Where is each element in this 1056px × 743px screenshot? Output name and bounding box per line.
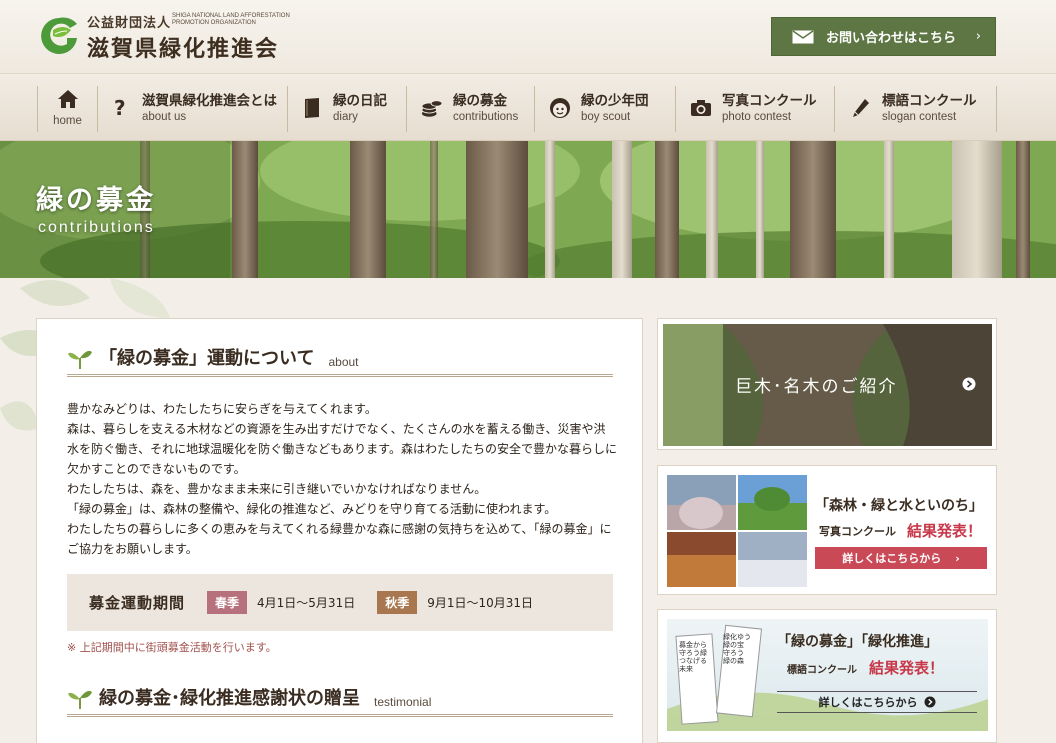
nav-contributions-jp: 緑の募金 (453, 92, 507, 109)
arrow-circle-icon (924, 696, 935, 708)
nav-about[interactable]: ? 滋賀県緑化推進会とは about us (110, 74, 286, 142)
nav-divider (675, 86, 676, 132)
arrow-circle-icon (962, 377, 976, 391)
chevron-right-icon: › (955, 551, 960, 565)
org-name[interactable]: 滋賀県緑化推進会 (87, 31, 279, 63)
spring-range: 4月1日～5月31日 (257, 596, 356, 610)
nav-boy-scout-en: boy scout (581, 110, 631, 123)
logo-icon[interactable] (37, 16, 81, 56)
slogan-banner-result: 結果発表！ (869, 659, 945, 677)
nav-diary-jp: 緑の日記 (333, 92, 387, 109)
about-paragraph: わたしたちの暮らしに多くの恵みを与えてくれる緑豊かな森に感謝の気持ちを込めて、「… (67, 522, 612, 556)
period-note: ※ 上記期間中に街頭募金活動を行います。 (67, 641, 277, 654)
photo-banner-title: 「森林・緑と水といのち」 (815, 498, 983, 514)
slogan-contest-card[interactable]: 募金から守ろう緑 つなげる未来 緑化ゆう緑の宝 守ろう 緑の森 「緑の募金」「緑… (657, 609, 997, 743)
autumn-badge: 秋季 (377, 591, 418, 614)
face-icon (549, 97, 571, 119)
about-title: 「緑の募金」運動について (99, 348, 315, 369)
nav-slogan-contest[interactable]: 標語コンクール slogan contest (850, 74, 995, 142)
photo-collage-image (667, 475, 807, 587)
photo-banner-button-label: 詳しくはこちらから (842, 552, 942, 565)
svg-text:?: ? (114, 97, 126, 119)
nav-slogan-contest-en: slogan contest (882, 110, 957, 123)
nav-divider (287, 86, 288, 132)
about-paragraph: わたしたちは、森を、豊かなまま未来に引き継いでいかなければなりません。 (67, 482, 487, 496)
slogan-banner-title: 「緑の募金」「緑化推進」 (777, 634, 938, 650)
question-icon: ? (110, 97, 132, 119)
trees-banner[interactable]: 巨木･名木のご紹介 (663, 324, 992, 446)
contact-label: お問い合わせはこちら (826, 31, 957, 46)
nav-photo-contest-jp: 写真コンクール (722, 92, 817, 109)
nav-divider (406, 86, 407, 132)
hero-subtitle: contributions (38, 219, 155, 236)
slogan-banner-button[interactable]: 詳しくはこちらから (777, 691, 977, 713)
about-paragraph: 「緑の募金」は、森林の整備や、緑化の推進など、みどりを守り育てる活動に使われます… (67, 502, 557, 516)
home-icon (57, 88, 79, 110)
site-header: 公益財団法人 SHIGA NATIONAL LAND AFFORESTATION… (0, 0, 1056, 73)
org-type: 公益財団法人 (87, 16, 172, 31)
trees-banner-label: 巨木･名木のご紹介 (735, 377, 898, 397)
forest-image (0, 141, 1056, 278)
nav-divider (534, 86, 535, 132)
slogan-banner-button-label: 詳しくはこちらから (818, 696, 918, 709)
nav-divider (834, 86, 835, 132)
photo-banner-sub: 写真コンクール (819, 525, 896, 538)
trees-banner-card[interactable]: 巨木･名木のご紹介 (657, 318, 997, 450)
nav-photo-contest[interactable]: 写真コンクール photo contest (690, 74, 832, 142)
contact-button[interactable]: お問い合わせはこちら › (771, 17, 996, 56)
coins-icon (421, 97, 443, 119)
photo-banner-result: 結果発表！ (907, 522, 983, 540)
chevron-right-icon: › (975, 29, 981, 44)
slogan-card-1: 募金から守ろう緑 つなげる未来 (679, 641, 707, 673)
spring-badge: 春季 (207, 591, 248, 614)
nav-home-label: home (53, 114, 82, 127)
testimonial-heading: 緑の募金･緑化推進感謝状の贈呈 testimonial (67, 687, 613, 717)
about-paragraph: 森は、暮らしを支える木材などの資源を生み出すだけでなく、たくさんの水を蓄える働き… (67, 422, 617, 476)
nav-divider (996, 86, 997, 132)
main-content: 「緑の募金」運動について about 豊かなみどりは、わたしたちに安らぎを与えて… (36, 318, 643, 743)
camera-icon (690, 97, 712, 119)
testimonial-title: 緑の募金･緑化推進感謝状の贈呈 (99, 688, 360, 709)
photo-contest-card[interactable]: 「森林・緑と水といのち」 写真コンクール 結果発表！ 詳しくはこちらから › (657, 465, 997, 595)
sprout-icon (68, 350, 92, 369)
nav-about-en: about us (142, 110, 187, 123)
autumn-range: 9月1日～10月31日 (427, 596, 534, 610)
nav-contributions-en: contributions (453, 110, 519, 123)
nav-boy-scout-jp: 緑の少年団 (581, 92, 649, 109)
nav-about-jp: 滋賀県緑化推進会とは (142, 92, 277, 109)
about-paragraph: 豊かなみどりは、わたしたちに安らぎを与えてくれます。 (67, 402, 377, 416)
slogan-card-2: 緑化ゆう緑の宝 守ろう 緑の森 (723, 633, 751, 665)
nav-diary[interactable]: 緑の日記 diary (301, 74, 405, 142)
about-body: 豊かなみどりは、わたしたちに安らぎを与えてくれます。 森は、暮らしを支える木材な… (67, 399, 617, 559)
photo-banner-button[interactable]: 詳しくはこちらから › (815, 547, 987, 569)
nav-photo-contest-en: photo contest (722, 110, 792, 123)
period-label: 募金運動期間 (89, 594, 186, 612)
photo-contest-banner[interactable]: 「森林・緑と水といのち」 写真コンクール 結果発表！ 詳しくはこちらから › (667, 475, 988, 587)
slogan-banner-sub: 標語コンクール (787, 665, 857, 676)
slogan-contest-banner[interactable]: 募金から守ろう緑 つなげる未来 緑化ゆう緑の宝 守ろう 緑の森 「緑の募金」「緑… (667, 619, 988, 731)
mail-icon (792, 29, 814, 43)
global-nav: home ? 滋賀県緑化推進会とは about us 緑の日記 diary 緑の… (0, 73, 1056, 141)
nav-divider (97, 86, 98, 132)
about-heading: 「緑の募金」運動について about (67, 347, 613, 377)
about-tag: about (328, 355, 359, 369)
hero-title: 緑の募金 (36, 185, 156, 216)
nav-boy-scout[interactable]: 緑の少年団 boy scout (549, 74, 673, 142)
nav-slogan-contest-jp: 標語コンクール (882, 92, 977, 109)
testimonial-tag: testimonial (374, 695, 432, 709)
org-name-en: SHIGA NATIONAL LAND AFFORESTATION PROMOT… (172, 13, 290, 26)
nav-contributions[interactable]: 緑の募金 contributions (421, 74, 533, 142)
nav-diary-en: diary (333, 110, 358, 123)
sprout-icon (68, 690, 92, 709)
hero-banner (0, 141, 1056, 278)
book-icon (301, 97, 323, 119)
pencil-icon (850, 97, 872, 119)
campaign-period: 募金運動期間 春季 4月1日～5月31日 秋季 9月1日～10月31日 (67, 574, 613, 631)
nav-home[interactable]: home (38, 74, 97, 142)
